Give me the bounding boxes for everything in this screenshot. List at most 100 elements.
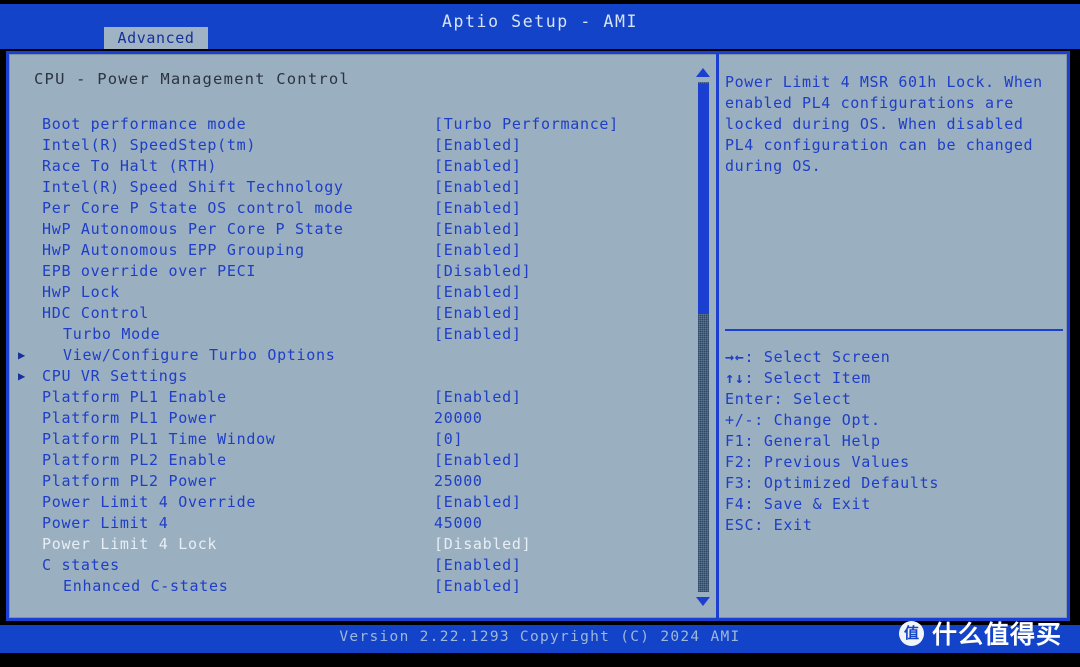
key-hint: ESC: Exit	[725, 515, 1063, 536]
setting-label: C states	[42, 556, 120, 574]
setting-row[interactable]: Platform PL1 Time Window [0]	[9, 429, 693, 450]
setting-row[interactable]: Platform PL1 Enable [Enabled]	[9, 387, 693, 408]
setting-value[interactable]: [Enabled]	[434, 282, 522, 303]
setting-value[interactable]: [Enabled]	[434, 324, 522, 345]
setting-row[interactable]: Power Limit 4 Lock [Disabled]	[9, 534, 693, 555]
key-hint-label: F4: Save & Exit	[725, 495, 871, 513]
key-glyph-icon: ↑↓	[725, 369, 745, 387]
setting-row[interactable]: Enhanced C-states [Enabled]	[9, 576, 693, 597]
setting-label: Platform PL2 Power	[42, 472, 218, 490]
setting-value[interactable]: [Enabled]	[434, 576, 522, 597]
setting-row[interactable]: C states [Enabled]	[9, 555, 693, 576]
setting-label: Power Limit 4	[42, 514, 169, 532]
setting-label: Power Limit 4 Lock	[42, 535, 218, 553]
setting-label: Enhanced C-states	[63, 577, 229, 595]
setting-value[interactable]: 45000	[434, 513, 483, 534]
key-glyph-icon: →←	[725, 348, 745, 366]
setting-label: Intel(R) Speed Shift Technology	[42, 178, 344, 196]
setting-value[interactable]: [Enabled]	[434, 555, 522, 576]
bios-setup-screen: Aptio Setup - AMI Advanced CPU - Power M…	[0, 0, 1080, 667]
setting-row[interactable]: HwP Autonomous Per Core P State [Enabled]	[9, 219, 693, 240]
setting-label: HwP Autonomous EPP Grouping	[42, 241, 305, 259]
setting-label: Platform PL1 Time Window	[42, 430, 276, 448]
key-legend: →←: Select Screen ↑↓: Select Item Enter: S…	[725, 347, 1063, 536]
help-description: Power Limit 4 MSR 601h Lock. When enable…	[725, 73, 1043, 175]
setting-value[interactable]: 25000	[434, 471, 483, 492]
key-hint-label: F1: General Help	[725, 432, 881, 450]
settings-list-pane: CPU - Power Management Control Boot perf…	[9, 54, 693, 618]
setting-label: EPB override over PECI	[42, 262, 257, 280]
setting-row[interactable]: Platform PL2 Enable [Enabled]	[9, 450, 693, 471]
scrollbar[interactable]	[694, 60, 714, 612]
setting-value[interactable]: [Enabled]	[434, 303, 522, 324]
scrollbar-thumb[interactable]	[698, 84, 709, 314]
tab-advanced[interactable]: Advanced	[104, 27, 208, 49]
setting-label: HwP Autonomous Per Core P State	[42, 220, 344, 238]
setting-value[interactable]: [Disabled]	[434, 261, 531, 282]
key-hint-label: F2: Previous Values	[725, 453, 910, 471]
key-hint: +/-: Change Opt.	[725, 410, 1063, 431]
setting-row[interactable]: Platform PL2 Power 25000	[9, 471, 693, 492]
setting-row[interactable]: ▶ View/Configure Turbo Options	[9, 345, 693, 366]
help-separator	[725, 329, 1063, 331]
setting-label: Boot performance mode	[42, 115, 247, 133]
setting-label: Platform PL1 Enable	[42, 388, 227, 406]
watermark-logo-icon: 值	[898, 620, 924, 646]
key-hint-label: F3: Optimized Defaults	[725, 474, 940, 492]
setting-value[interactable]: [Enabled]	[434, 177, 522, 198]
key-hint: F1: General Help	[725, 431, 1063, 452]
setting-value[interactable]: 20000	[434, 408, 483, 429]
setting-row[interactable]: ▶ CPU VR Settings	[9, 366, 693, 387]
setting-value[interactable]: [Disabled]	[434, 534, 531, 555]
setting-row[interactable]: Intel(R) Speed Shift Technology [Enabled]	[9, 177, 693, 198]
setting-row[interactable]: HDC Control [Enabled]	[9, 303, 693, 324]
setting-label: CPU VR Settings	[42, 367, 188, 385]
setting-row[interactable]: Per Core P State OS control mode [Enabled…	[9, 198, 693, 219]
key-hint-label: : Select Screen	[744, 348, 891, 366]
setting-row[interactable]: HwP Lock [Enabled]	[9, 282, 693, 303]
setting-value[interactable]: [Enabled]	[434, 135, 522, 156]
setting-value[interactable]: [Enabled]	[434, 492, 522, 513]
setting-label: Platform PL2 Enable	[42, 451, 227, 469]
setting-label: Power Limit 4 Override	[42, 493, 257, 511]
setting-value[interactable]: [Turbo Performance]	[434, 114, 619, 135]
setting-row[interactable]: Turbo Mode [Enabled]	[9, 324, 693, 345]
setting-row[interactable]: Platform PL1 Power 20000	[9, 408, 693, 429]
setting-value[interactable]: [Enabled]	[434, 156, 522, 177]
key-hint: →←: Select Screen	[725, 347, 1063, 368]
key-hint-label: Enter: Select	[725, 390, 852, 408]
setting-row[interactable]: EPB override over PECI [Disabled]	[9, 261, 693, 282]
setting-label: Platform PL1 Power	[42, 409, 218, 427]
setting-value[interactable]: [Enabled]	[434, 387, 522, 408]
watermark: 值 什么值得买	[898, 615, 1062, 651]
key-hint-label: ESC: Exit	[725, 516, 813, 534]
setting-row[interactable]: Boot performance mode [Turbo Performance]	[9, 114, 693, 135]
setting-value[interactable]: [Enabled]	[434, 219, 522, 240]
key-hint: F3: Optimized Defaults	[725, 473, 1063, 494]
key-hint: F4: Save & Exit	[725, 494, 1063, 515]
setting-label: Intel(R) SpeedStep(tm)	[42, 136, 257, 154]
setting-row[interactable]: Power Limit 4 Override [Enabled]	[9, 492, 693, 513]
key-hint: F2: Previous Values	[725, 452, 1063, 473]
setting-value[interactable]: [Enabled]	[434, 240, 522, 261]
scroll-up-arrow-icon[interactable]	[696, 68, 710, 77]
submenu-arrow-icon: ▶	[18, 348, 26, 362]
setting-label: HDC Control	[42, 304, 150, 322]
setting-row[interactable]: HwP Autonomous EPP Grouping [Enabled]	[9, 240, 693, 261]
setting-label: Race To Halt (RTH)	[42, 157, 218, 175]
setting-label: View/Configure Turbo Options	[63, 346, 336, 364]
page-title: CPU - Power Management Control	[34, 70, 350, 88]
setting-row[interactable]: Race To Halt (RTH) [Enabled]	[9, 156, 693, 177]
watermark-text: 什么值得买	[931, 620, 1062, 649]
setting-value[interactable]: [Enabled]	[434, 198, 522, 219]
setting-row[interactable]: Intel(R) SpeedStep(tm) [Enabled]	[9, 135, 693, 156]
key-hint-label: +/-: Change Opt.	[725, 411, 881, 429]
help-pane: Power Limit 4 MSR 601h Lock. When enable…	[722, 54, 1067, 618]
setting-value[interactable]: [0]	[434, 429, 463, 450]
setting-label: Per Core P State OS control mode	[42, 199, 354, 217]
scroll-down-arrow-icon[interactable]	[696, 597, 710, 606]
setting-row[interactable]: Power Limit 4 45000	[9, 513, 693, 534]
setting-value[interactable]: [Enabled]	[434, 450, 522, 471]
submenu-arrow-icon: ▶	[18, 369, 26, 383]
setting-label: HwP Lock	[42, 283, 120, 301]
